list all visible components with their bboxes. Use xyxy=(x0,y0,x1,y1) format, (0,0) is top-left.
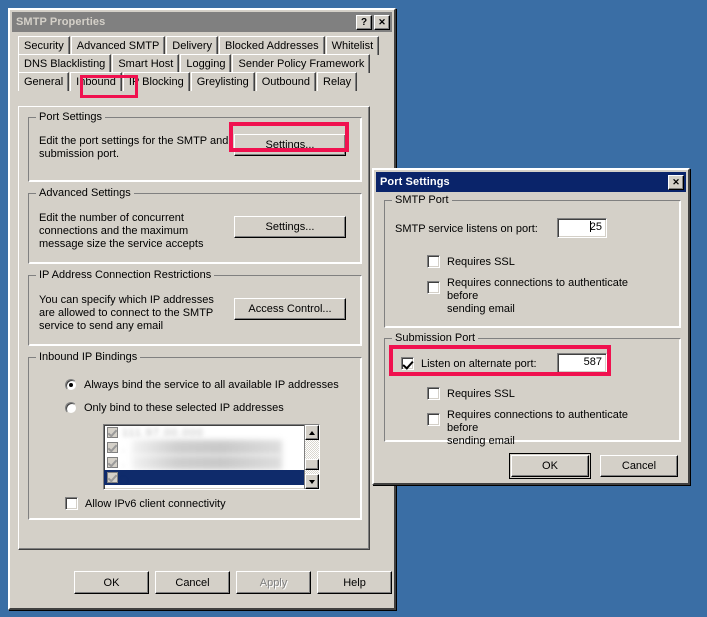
smtp-port-group-title: SMTP Port xyxy=(392,194,452,206)
list-item[interactable]: . xyxy=(104,455,319,470)
tab-inbound[interactable]: Inbound xyxy=(70,72,122,91)
smtp-port-group: SMTP Port SMTP service listens on port: … xyxy=(384,194,681,328)
list-item[interactable]: . xyxy=(104,440,319,455)
port-settings-titlebar[interactable]: Port Settings ✕ xyxy=(376,172,686,192)
apply-button: Apply xyxy=(236,571,311,594)
submission-port-group-title: Submission Port xyxy=(392,332,479,344)
listen-alternate-port-label: Listen on alternate port: xyxy=(421,358,537,370)
smtp-requires-auth-checkbox[interactable] xyxy=(427,281,440,294)
ip-restrictions-description: You can specify which IP addresses are a… xyxy=(39,294,214,332)
inbound-ip-bindings-group: Inbound IP Bindings Always bind the serv… xyxy=(28,351,362,520)
tab-general[interactable]: General xyxy=(18,72,70,91)
submission-port-value: 587 xyxy=(583,356,602,368)
listen-alternate-port-checkbox[interactable] xyxy=(401,357,414,370)
help-button-footer[interactable]: Help xyxy=(317,571,392,594)
ipv6-checkbox[interactable] xyxy=(65,497,78,510)
smtp-port-input[interactable]: 25 xyxy=(557,218,607,238)
list-item-checkbox[interactable] xyxy=(107,427,118,438)
tab-blocked-addresses[interactable]: Blocked Addresses xyxy=(219,36,325,55)
list-item-label: . xyxy=(122,441,127,454)
ip-restrictions-group: IP Address Connection Restrictions You c… xyxy=(28,269,362,346)
close-icon[interactable]: ✕ xyxy=(374,14,390,30)
tab-greylisting[interactable]: Greylisting xyxy=(190,72,255,91)
smtp-port-value: 25 xyxy=(589,221,602,233)
list-item-checkbox[interactable] xyxy=(107,442,118,453)
cancel-button[interactable]: Cancel xyxy=(155,571,230,594)
tab-advanced-smtp[interactable]: Advanced SMTP xyxy=(70,36,166,55)
radio-bind-all-label: Always bind the service to all available… xyxy=(84,379,339,391)
close-icon[interactable]: ✕ xyxy=(668,174,684,190)
scrollbar-thumb[interactable] xyxy=(305,459,319,470)
list-item-label: . xyxy=(122,471,127,484)
scroll-up-icon[interactable] xyxy=(305,425,319,440)
help-button[interactable]: ? xyxy=(356,14,372,30)
list-item-label: . xyxy=(122,456,127,469)
tab-outbound[interactable]: Outbound xyxy=(255,72,317,91)
tab-whitelist[interactable]: Whitelist xyxy=(325,36,380,55)
advanced-settings-description: Edit the number of concurrent connection… xyxy=(39,212,204,250)
tab-dns-blacklisting[interactable]: DNS Blacklisting xyxy=(18,54,112,73)
inbound-tab-page: Port Settings Edit the port settings for… xyxy=(18,106,370,550)
ok-button[interactable]: OK xyxy=(74,571,149,594)
radio-bind-selected[interactable] xyxy=(65,402,77,414)
smtp-requires-ssl-label: Requires SSL xyxy=(447,256,515,268)
ip-bindings-listbox[interactable]: 111.97.00.000 . . . xyxy=(103,424,320,490)
tab-delivery[interactable]: Delivery xyxy=(166,36,219,55)
submission-requires-ssl-checkbox[interactable] xyxy=(427,387,440,400)
port-settings-button[interactable]: Settings... xyxy=(234,134,346,156)
tab-ip-blocking[interactable]: IP Blocking xyxy=(122,72,190,91)
main-window-title: SMTP Properties xyxy=(16,16,106,28)
advanced-settings-group-title: Advanced Settings xyxy=(36,187,134,199)
listbox-scrollbar[interactable] xyxy=(304,425,319,489)
port-settings-group: Port Settings Edit the port settings for… xyxy=(28,111,362,182)
port-settings-cancel-button[interactable]: Cancel xyxy=(600,455,678,477)
list-item-label: 111.97.00.000 xyxy=(122,426,204,439)
tab-logging[interactable]: Logging xyxy=(180,54,232,73)
radio-bind-selected-label: Only bind to these selected IP addresses xyxy=(84,402,284,414)
port-settings-dialog: Port Settings ✕ SMTP Port SMTP service l… xyxy=(372,168,690,485)
submission-requires-auth-label: Requires connections to authenticate bef… xyxy=(447,409,629,447)
smtp-port-label: SMTP service listens on port: xyxy=(395,223,538,235)
port-settings-description: Edit the port settings for the SMTP and … xyxy=(39,135,229,160)
smtp-requires-ssl-checkbox[interactable] xyxy=(427,255,440,268)
ipv6-checkbox-label: Allow IPv6 client connectivity xyxy=(85,498,226,510)
scroll-down-icon[interactable] xyxy=(305,474,319,489)
submission-port-input[interactable]: 587 xyxy=(557,353,607,373)
inbound-ip-bindings-group-title: Inbound IP Bindings xyxy=(36,351,141,363)
main-titlebar[interactable]: SMTP Properties ? ✕ xyxy=(12,12,392,32)
list-item-checkbox[interactable] xyxy=(107,457,118,468)
port-settings-ok-button[interactable]: OK xyxy=(509,453,591,479)
port-settings-group-title: Port Settings xyxy=(36,111,105,123)
tab-row-0: Security Advanced SMTP Delivery Blocked … xyxy=(18,36,380,55)
list-item[interactable]: . xyxy=(104,470,319,485)
ip-restrictions-group-title: IP Address Connection Restrictions xyxy=(36,269,215,281)
submission-requires-auth-checkbox[interactable] xyxy=(427,413,440,426)
advanced-settings-button[interactable]: Settings... xyxy=(234,216,346,238)
advanced-settings-group: Advanced Settings Edit the number of con… xyxy=(28,187,362,264)
tab-security[interactable]: Security xyxy=(18,36,70,55)
smtp-requires-auth-label: Requires connections to authenticate bef… xyxy=(447,277,629,315)
tab-row-1: DNS Blacklisting Smart Host Logging Send… xyxy=(18,54,371,73)
port-settings-title: Port Settings xyxy=(380,176,450,188)
access-control-button[interactable]: Access Control... xyxy=(234,298,346,320)
list-item-checkbox[interactable] xyxy=(107,472,118,483)
radio-bind-all[interactable] xyxy=(65,379,77,391)
list-item[interactable]: 111.97.00.000 xyxy=(104,425,319,440)
tab-smart-host[interactable]: Smart Host xyxy=(112,54,180,73)
tab-sender-policy-framework[interactable]: Sender Policy Framework xyxy=(232,54,371,73)
smtp-properties-window: SMTP Properties ? ✕ Security Advanced SM… xyxy=(8,8,396,610)
submission-port-group: Submission Port Listen on alternate port… xyxy=(384,332,681,447)
tab-strip: Security Advanced SMTP Delivery Blocked … xyxy=(18,36,380,91)
submission-requires-ssl-label: Requires SSL xyxy=(447,388,515,400)
tab-relay[interactable]: Relay xyxy=(317,72,358,91)
tab-row-2: General Inbound IP Blocking Greylisting … xyxy=(18,72,370,91)
